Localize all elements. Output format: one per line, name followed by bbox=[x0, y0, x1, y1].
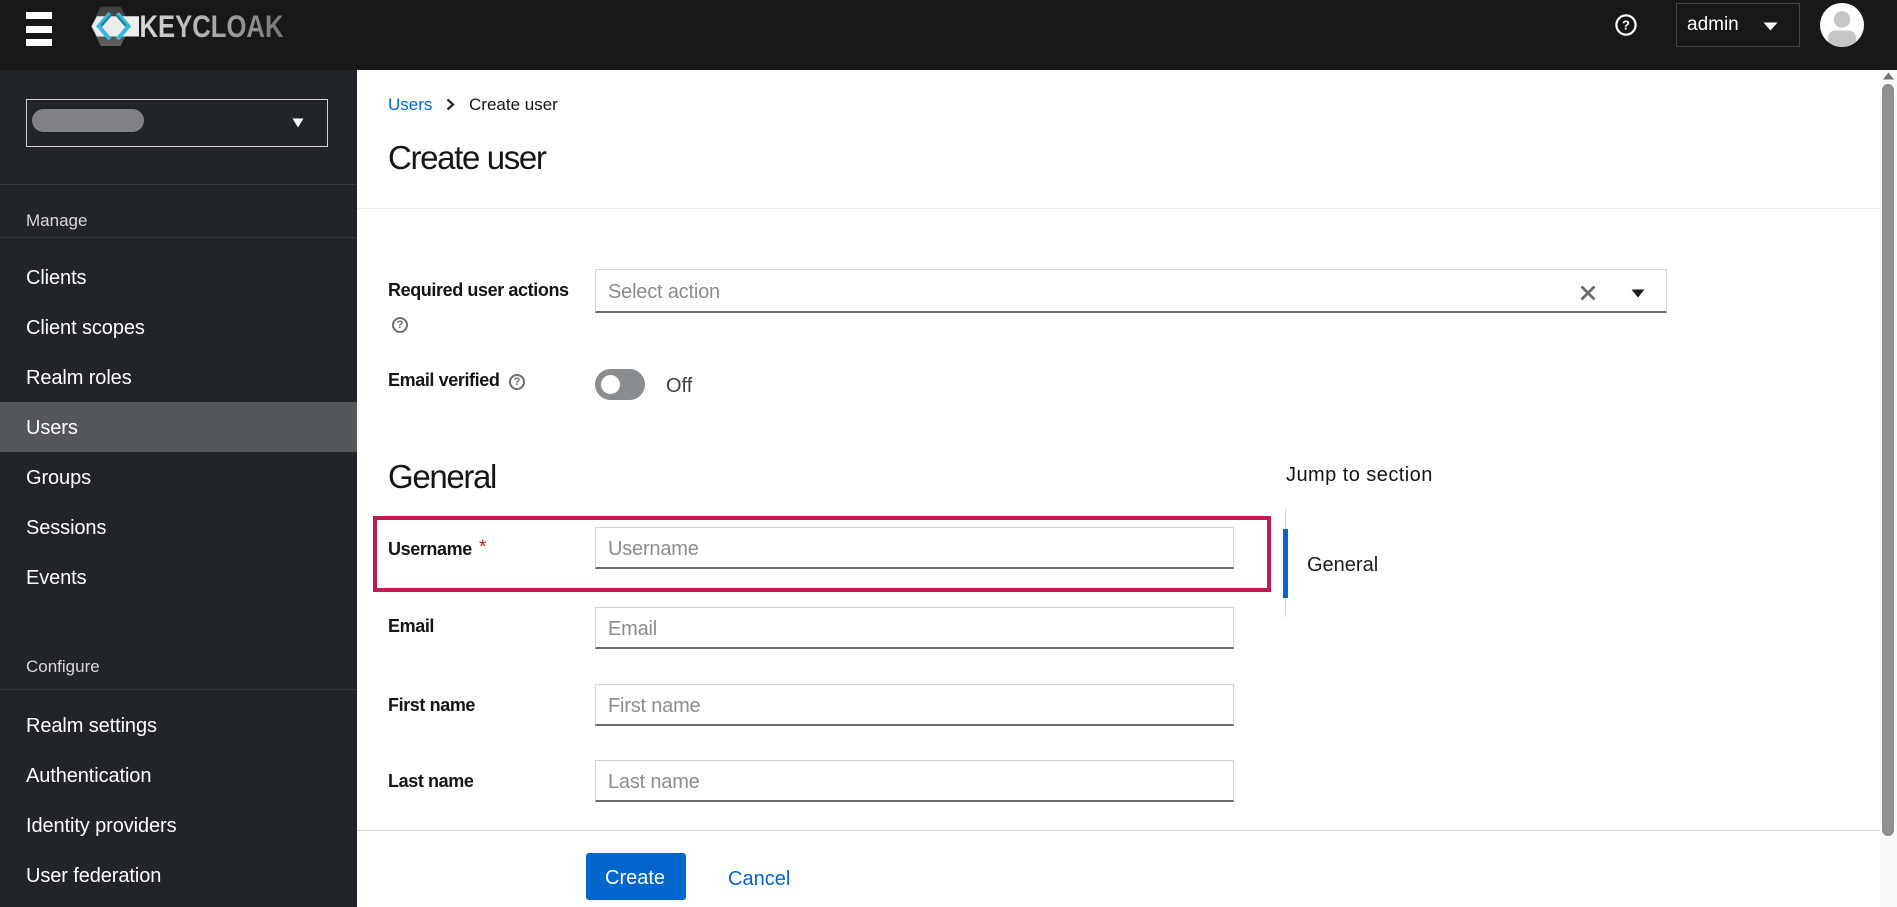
svg-text:KEYCLOAK: KEYCLOAK bbox=[140, 8, 284, 44]
svg-text:?: ? bbox=[1622, 18, 1630, 33]
